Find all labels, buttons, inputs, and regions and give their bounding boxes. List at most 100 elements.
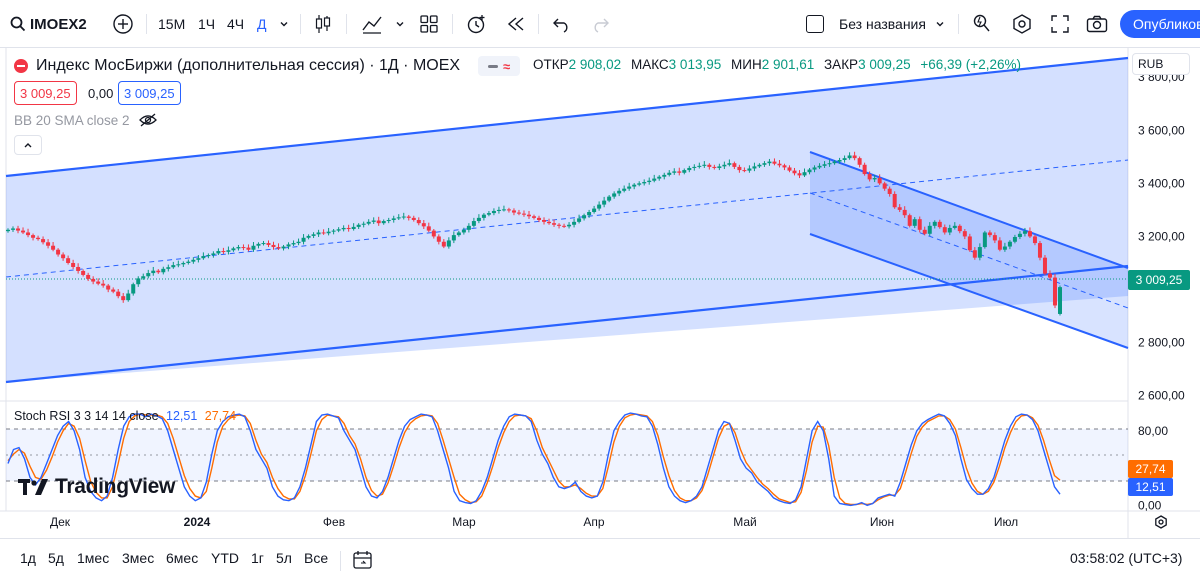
candle[interactable] [982,230,987,249]
symbol-label: IMOEX2 [30,15,87,33]
settings-button[interactable] [1010,10,1034,38]
range-ytd[interactable]: YTD [211,550,239,566]
replay-button[interactable] [504,10,528,38]
candles-icon [315,15,331,33]
alert-icon [467,15,485,34]
templates-icon [420,15,438,33]
eye-hidden-icon[interactable] [138,112,158,128]
layout-checkbox[interactable] [806,15,824,33]
legend-title[interactable]: Индекс МосБиржи (дополнительная сессия) … [36,57,460,75]
candle[interactable] [1052,273,1057,309]
time-tick-label: Апр [583,515,605,529]
minus-icon [487,64,498,68]
snapshot-button[interactable] [1084,10,1110,38]
chart-type-button[interactable] [312,10,334,38]
publish-button[interactable]: Опубликов [1120,10,1200,38]
price-tick-label: 2 800,00 [1138,336,1185,350]
price-tick-label: 3 200,00 [1138,229,1185,243]
range-6m[interactable]: 6мес [166,550,198,566]
price-tick-label: 2 600,00 [1138,389,1185,403]
price-tick-label: 3 400,00 [1138,176,1185,190]
go-to-date-button[interactable] [352,549,374,574]
range-all[interactable]: Все [304,550,328,566]
stoch-d-label: 27,74 [1128,460,1173,478]
stoch-legend[interactable]: Stoch RSI 3 3 14 14 close 12,51 27,74 [14,409,236,423]
currency-button[interactable]: RUB [1132,53,1190,75]
range-1d[interactable]: 1д [20,550,36,566]
time-tick-label: 2024 [184,515,211,529]
candle[interactable] [1058,285,1062,316]
chevron-down-icon [280,22,288,27]
quick-search-icon [973,14,990,32]
sell-price-pill[interactable]: 3 009,25 [14,81,77,105]
stoch-tick-label: 80,00 [1138,424,1168,438]
interval-4h[interactable]: 4Ч [227,10,244,38]
search-icon [10,16,26,32]
bb-indicator-legend[interactable]: BB 20 SMA close 2 [14,112,158,128]
legend-title-row: Индекс МосБиржи (дополнительная сессия) … [14,56,521,76]
add-symbol-icon [113,14,133,34]
layout-menu[interactable]: Без названия [806,10,946,38]
range-3m[interactable]: 3мес [122,550,154,566]
interval-15m[interactable]: 15М [158,10,185,38]
stoch-k-label: 12,51 [1128,478,1173,496]
layout-name: Без названия [839,16,926,32]
interval-1h[interactable]: 1Ч [198,10,215,38]
quick-search-button[interactable] [970,10,994,38]
candle[interactable] [1037,240,1042,261]
time-tick-label: Мар [452,515,476,529]
tv-logo-icon [18,479,48,495]
clock[interactable]: 03:58:02 (UTC+3) [1070,550,1182,566]
fullscreen-button[interactable] [1048,10,1072,38]
market-closed-icon [14,59,28,73]
undo-button[interactable] [550,10,574,38]
redo-button[interactable] [588,10,612,38]
last-price-label: 3 009,25 [1128,270,1190,290]
range-1m[interactable]: 1мес [77,550,109,566]
legend-change: +66,39 (+2,26%) [920,57,1021,72]
fullscreen-icon [1051,15,1069,33]
stoch-tick-label: 0,00 [1138,498,1162,512]
collapse-legend-button[interactable] [14,135,42,155]
buy-price-pill[interactable]: 3 009,25 [118,81,181,105]
visibility-toggle[interactable]: ≈ [478,56,521,76]
chevron-down-icon [936,22,944,27]
templates-button[interactable] [418,10,440,38]
candle[interactable] [1042,255,1047,276]
tradingview-logo[interactable]: TradingView [18,475,175,499]
range-5d[interactable]: 5д [48,550,64,566]
indicators-button[interactable] [360,10,384,38]
spread-value: 0,00 [88,85,114,101]
interval-dropdown[interactable] [278,10,290,38]
time-tick-label: Июл [994,515,1018,529]
interval-day[interactable]: Д [257,10,266,38]
undo-icon [553,18,568,33]
price-tick-label: 3 600,00 [1138,123,1185,137]
candle[interactable] [907,213,912,228]
range-1y[interactable]: 1г [251,550,264,566]
time-axis[interactable]: Дек 2024 Фев Мар Апр Май Июн Июл [50,515,1018,529]
calendar-icon [353,551,372,569]
chevron-down-icon [396,22,404,27]
bottom-bar: 1д 5д 1мес 3мес 6мес YTD 1г 5л Все 03:58… [0,538,1200,584]
indicators-dropdown[interactable] [394,10,406,38]
indicators-icon [362,16,382,34]
alert-button[interactable] [464,10,488,38]
top-toolbar: IMOEX2 15М 1Ч 4Ч Д Без названия Опублико… [0,0,1200,48]
settings-icon [1013,14,1031,34]
time-tick-label: Дек [50,515,71,529]
wave-icon: ≈ [502,58,511,74]
compare-button[interactable] [110,10,136,38]
time-tick-label: Май [733,515,757,529]
legend-ohlc: ОТКР2 908,02 МАКС3 013,95 МИН2 901,61 ЗА… [533,57,1021,72]
range-5y[interactable]: 5л [276,550,292,566]
symbol-search[interactable]: IMOEX2 [10,10,87,38]
chevron-up-icon [24,143,32,148]
redo-icon [594,18,609,33]
chart-canvas[interactable]: 2 600,00 2 800,00 3 200,00 3 400,00 3 600,00… [0,48,1200,538]
replay-icon [507,17,524,31]
candle[interactable] [967,233,972,252]
chart-area[interactable]: 2 600,00 2 800,00 3 200,00 3 400,00 3 600,00… [0,48,1200,538]
time-tick-label: Фев [323,515,345,529]
time-tick-label: Июн [870,515,894,529]
